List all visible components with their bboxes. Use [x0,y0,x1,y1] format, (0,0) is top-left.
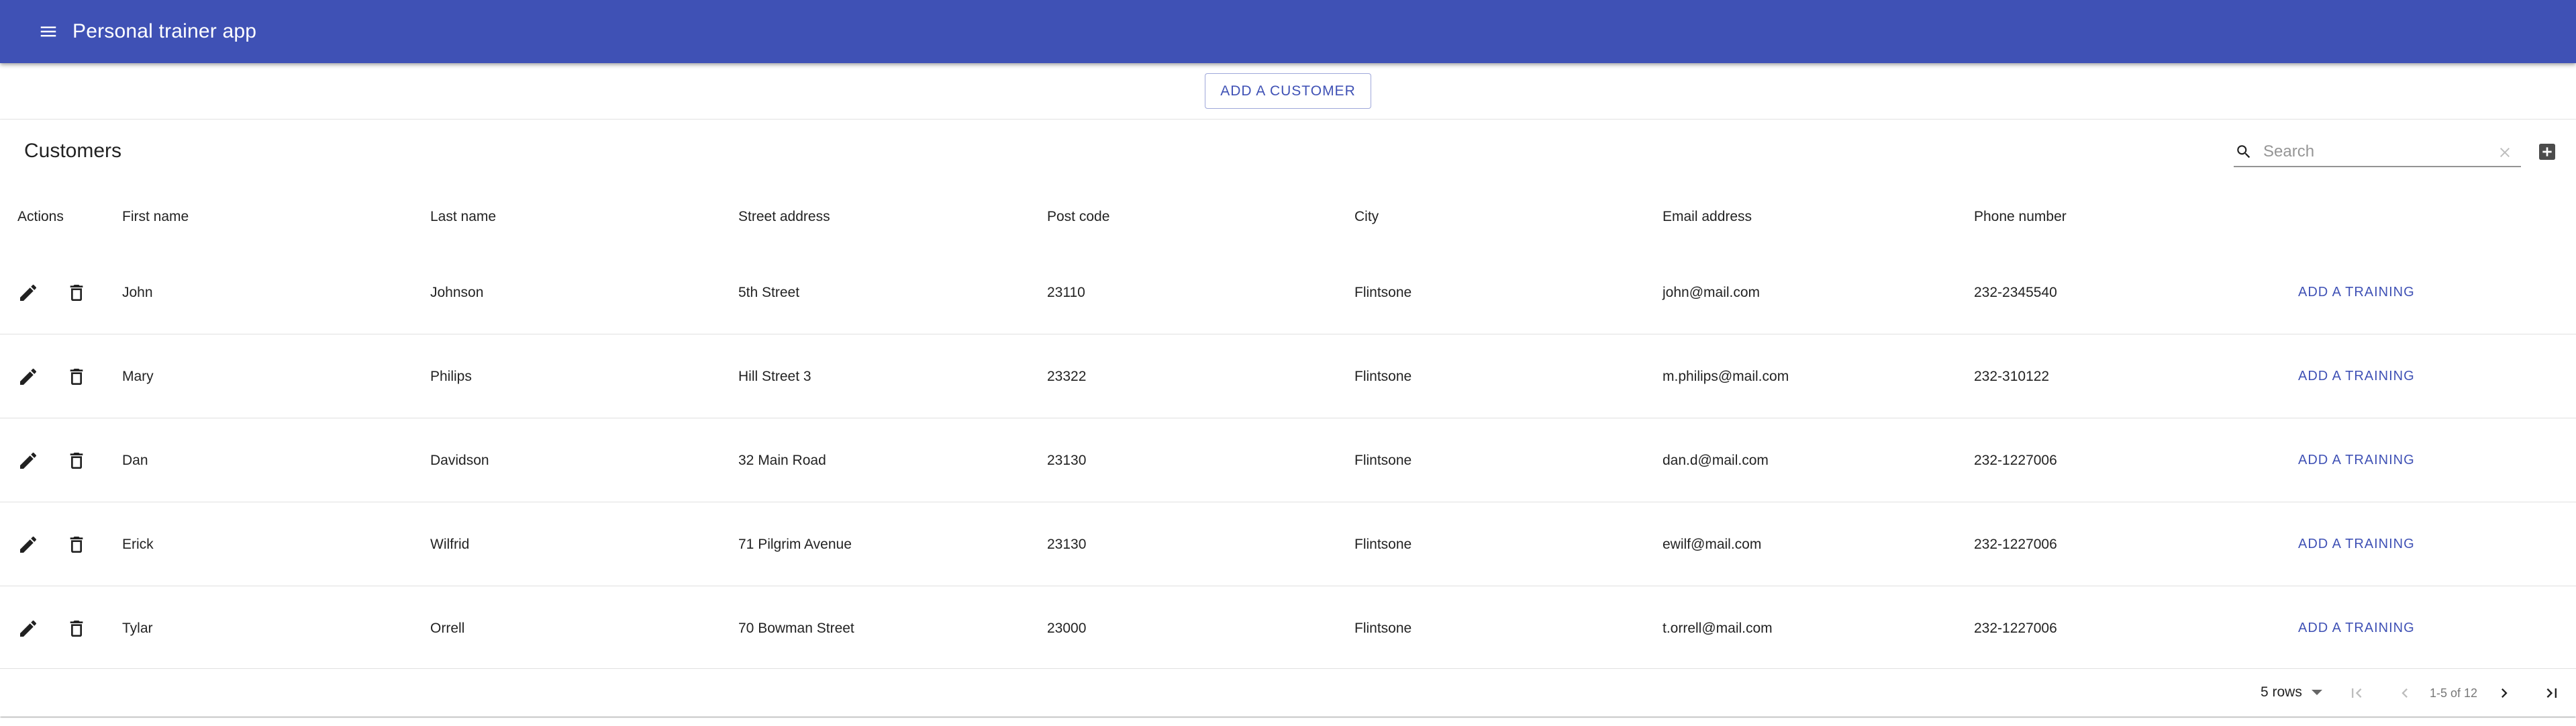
cell-first-name: Tylar [122,621,153,636]
menu-icon[interactable] [34,17,63,46]
column-header-phone-number[interactable]: Phone number [1974,183,2067,251]
last-page-icon[interactable] [2540,681,2564,705]
customers-table: Customers Actions First name Last name S… [0,120,2576,717]
page-info: 1-5 of 12 [2430,686,2478,700]
table-row: Dan Davidson 32 Main Road 23130 Flintson… [0,418,2576,502]
cell-last-name: Wilfrid [430,537,470,552]
column-header-last-name[interactable]: Last name [430,183,496,251]
cell-post-code: 23130 [1047,453,1087,468]
cell-street-address: 71 Pilgrim Avenue [738,537,852,552]
cell-phone-number: 232-1227006 [1974,621,2057,636]
delete-icon[interactable] [64,617,89,641]
cell-last-name: Philips [430,369,472,384]
cell-email-address: ewilf@mail.com [1663,537,1762,552]
cell-city: Flintsone [1354,285,1412,300]
column-header-street-address[interactable]: Street address [738,183,830,251]
chevron-down-icon [2311,690,2322,695]
cell-first-name: Dan [122,453,148,468]
cell-first-name: Mary [122,369,154,384]
app-bar: Personal trainer app [0,0,2576,63]
cell-phone-number: 232-310122 [1974,369,2050,384]
delete-icon[interactable] [64,281,89,305]
pagination: 5 rows 1-5 of 12 [0,668,2576,715]
edit-icon[interactable] [16,281,40,305]
column-header-email-address[interactable]: Email address [1663,183,1752,251]
cell-post-code: 23110 [1047,285,1085,300]
close-icon[interactable] [2495,143,2514,162]
delete-icon[interactable] [64,533,89,557]
column-header-city[interactable]: City [1354,183,1379,251]
search-field [2234,138,2521,167]
app-title: Personal trainer app [72,20,257,42]
rows-per-page-value: 5 rows [2261,684,2302,700]
search-icon [2234,142,2254,162]
cell-first-name: John [122,285,153,300]
chevron-left-icon[interactable] [2393,681,2417,705]
cell-city: Flintsone [1354,537,1412,552]
chevron-right-icon[interactable] [2492,681,2516,705]
cell-first-name: Erick [122,537,154,552]
edit-icon[interactable] [16,449,40,473]
table-toolbar: Customers [0,120,2576,183]
rows-per-page-select[interactable]: 5 rows [2261,681,2322,704]
add-customer-button[interactable]: ADD A CUSTOMER [1205,73,1371,109]
add-training-button[interactable]: ADD A TRAINING [2298,334,2415,418]
cell-city: Flintsone [1354,621,1412,636]
cell-last-name: Orrell [430,621,465,636]
add-customer-area: ADD A CUSTOMER [0,63,2576,120]
column-header-actions: Actions [17,209,64,224]
cell-street-address: Hill Street 3 [738,369,811,384]
table-row: John Johnson 5th Street 23110 Flintsone … [0,251,2576,334]
add-training-button[interactable]: ADD A TRAINING [2298,251,2415,334]
table-row: Erick Wilfrid 71 Pilgrim Avenue 23130 Fl… [0,502,2576,586]
column-header-post-code[interactable]: Post code [1047,183,1109,251]
add-training-button[interactable]: ADD A TRAINING [2298,502,2415,586]
delete-icon[interactable] [64,365,89,389]
cell-street-address: 70 Bowman Street [738,621,854,636]
cell-email-address: m.philips@mail.com [1663,369,1789,384]
edit-icon[interactable] [16,617,40,641]
cell-last-name: Johnson [430,285,484,300]
edit-icon[interactable] [16,533,40,557]
cell-street-address: 5th Street [738,285,800,300]
cell-phone-number: 232-2345540 [1974,285,2057,300]
delete-icon[interactable] [64,449,89,473]
cell-city: Flintsone [1354,453,1412,468]
add-training-button[interactable]: ADD A TRAINING [2298,586,2415,670]
first-page-icon[interactable] [2344,681,2369,705]
cell-email-address: dan.d@mail.com [1663,453,1769,468]
cell-street-address: 32 Main Road [738,453,826,468]
search-input[interactable] [2263,142,2478,161]
cell-post-code: 23130 [1047,537,1087,552]
add-box-icon[interactable] [2535,140,2559,164]
table-row: Tylar Orrell 70 Bowman Street 23000 Flin… [0,586,2576,670]
cell-city: Flintsone [1354,369,1412,384]
table-header-row: Actions First name Last name Street addr… [0,183,2576,251]
cell-post-code: 23000 [1047,621,1087,636]
cell-email-address: john@mail.com [1663,285,1761,300]
table-title: Customers [24,140,122,162]
column-header-first-name[interactable]: First name [122,183,189,251]
edit-icon[interactable] [16,365,40,389]
cell-post-code: 23322 [1047,369,1087,384]
cell-phone-number: 232-1227006 [1974,453,2057,468]
table-row: Mary Philips Hill Street 3 23322 Flintso… [0,334,2576,418]
cell-phone-number: 232-1227006 [1974,537,2057,552]
cell-last-name: Davidson [430,453,489,468]
cell-email-address: t.orrell@mail.com [1663,621,1773,636]
add-training-button[interactable]: ADD A TRAINING [2298,418,2415,502]
